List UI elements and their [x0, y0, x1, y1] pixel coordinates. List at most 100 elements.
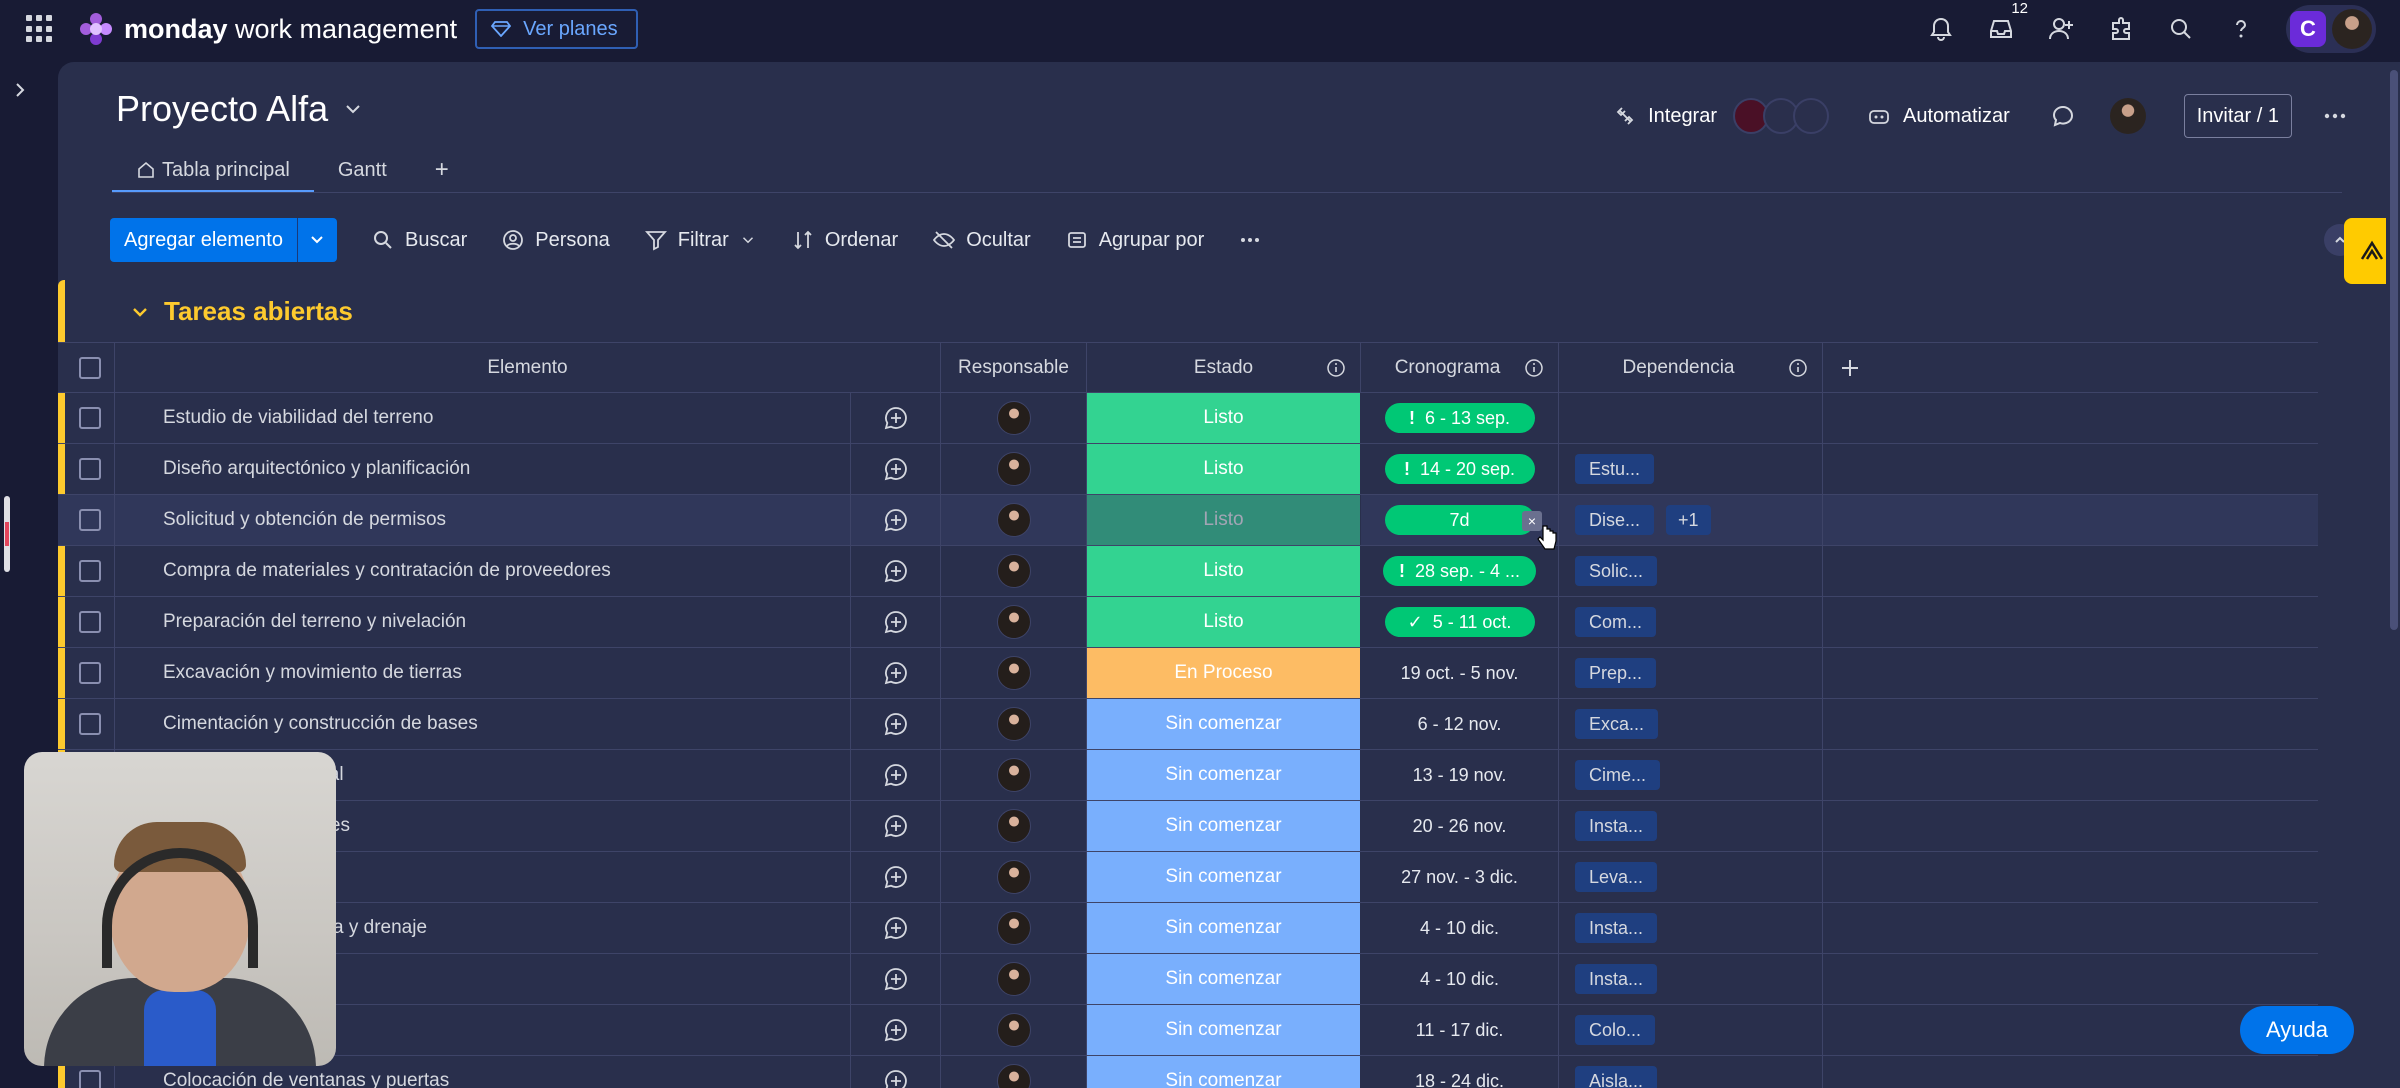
row-checkbox-cell[interactable]: [65, 495, 115, 545]
item-updates-cell[interactable]: [851, 546, 941, 596]
buscar-button[interactable]: Buscar: [371, 228, 467, 252]
item-updates-cell[interactable]: [851, 852, 941, 902]
cronograma-cell[interactable]: 4 - 10 dic.: [1361, 903, 1559, 953]
cronograma-cell[interactable]: 19 oct. - 5 nov.: [1361, 648, 1559, 698]
add-column-cell[interactable]: [1823, 343, 2318, 392]
estado-cell[interactable]: Listo: [1087, 597, 1361, 647]
cronograma-cell[interactable]: ! 14 - 20 sep.: [1361, 444, 1559, 494]
responsable-cell[interactable]: [941, 1056, 1087, 1088]
more-dependencies-chip[interactable]: +1: [1666, 505, 1711, 535]
apps-grid-icon[interactable]: [26, 15, 54, 43]
cronograma-cell[interactable]: 6 - 12 nov.: [1361, 699, 1559, 749]
chevron-down-icon[interactable]: [739, 231, 757, 249]
responsable-cell[interactable]: [941, 495, 1087, 545]
person-avatar[interactable]: [996, 656, 1031, 690]
estado-cell[interactable]: Listo: [1087, 393, 1361, 443]
dependencia-cell[interactable]: Insta...: [1559, 954, 1823, 1004]
row-checkbox-cell[interactable]: [65, 699, 115, 749]
responsable-cell[interactable]: [941, 597, 1087, 647]
dependency-chip[interactable]: Leva...: [1575, 862, 1658, 892]
person-avatar[interactable]: [996, 1064, 1031, 1088]
estado-cell[interactable]: Sin comenzar: [1087, 954, 1361, 1004]
invite-members-icon[interactable]: [2046, 14, 2076, 44]
estado-cell[interactable]: Sin comenzar: [1087, 699, 1361, 749]
add-update-icon[interactable]: [883, 864, 909, 890]
timeline-pill[interactable]: ✓ 5 - 11 oct.: [1384, 607, 1535, 637]
person-avatar[interactable]: [996, 809, 1031, 843]
info-icon[interactable]: [1326, 358, 1346, 378]
timeline-pill[interactable]: 13 - 19 nov.: [1385, 760, 1535, 790]
cronograma-cell[interactable]: 20 - 26 nov.: [1361, 801, 1559, 851]
monday-logo[interactable]: monday work management: [78, 11, 457, 47]
dependencia-cell[interactable]: Cime...: [1559, 750, 1823, 800]
filtrar-button[interactable]: Filtrar: [644, 228, 757, 252]
status-label[interactable]: Listo: [1087, 597, 1360, 647]
row-checkbox-cell[interactable]: [65, 597, 115, 647]
status-label[interactable]: Listo: [1087, 495, 1360, 545]
cronograma-cell[interactable]: 18 - 24 dic.: [1361, 1056, 1559, 1088]
item-updates-cell[interactable]: [851, 1056, 941, 1088]
item-name[interactable]: Preparación del terreno y nivelación: [163, 611, 466, 633]
estado-cell[interactable]: Sin comenzar: [1087, 801, 1361, 851]
estado-cell[interactable]: Listo: [1087, 495, 1361, 545]
item-name-cell[interactable]: Excavación y movimiento de tierras: [115, 648, 851, 698]
info-icon[interactable]: [1524, 358, 1544, 378]
timeline-pill[interactable]: 6 - 12 nov.: [1385, 709, 1535, 739]
item-name[interactable]: Colocación de ventanas y puertas: [163, 1070, 449, 1088]
dependencia-cell[interactable]: Aisla...: [1559, 1056, 1823, 1088]
cronograma-cell[interactable]: 11 - 17 dic.: [1361, 1005, 1559, 1055]
info-icon[interactable]: [1788, 358, 1808, 378]
status-label[interactable]: Sin comenzar: [1087, 1005, 1360, 1055]
item-name-cell[interactable]: Preparación del terreno y nivelación: [115, 597, 851, 647]
person-avatar[interactable]: [996, 860, 1031, 894]
timeline-pill[interactable]: 27 nov. - 3 dic.: [1385, 862, 1535, 892]
person-avatar[interactable]: [996, 911, 1031, 945]
table-row[interactable]: Excavación y movimiento de tierras En Pr…: [58, 648, 2318, 699]
timeline-pill[interactable]: ! 6 - 13 sep.: [1384, 403, 1535, 433]
notifications-bell-icon[interactable]: [1926, 14, 1956, 44]
cronograma-cell[interactable]: 13 - 19 nov.: [1361, 750, 1559, 800]
estado-cell[interactable]: Sin comenzar: [1087, 852, 1361, 902]
person-avatar[interactable]: [996, 503, 1031, 537]
estado-cell[interactable]: Listo: [1087, 444, 1361, 494]
status-label[interactable]: Sin comenzar: [1087, 1056, 1360, 1088]
responsable-cell[interactable]: [941, 801, 1087, 851]
invitar-button[interactable]: Invitar / 1: [2183, 94, 2292, 138]
table-row[interactable]: érmico y acústico Sin comenzar 11 - 17 d…: [58, 1005, 2318, 1056]
dependency-chip[interactable]: Solic...: [1575, 556, 1658, 586]
item-name[interactable]: Diseño arquitectónico y planificación: [163, 458, 470, 480]
ayuda-help-button[interactable]: Ayuda: [2240, 1006, 2354, 1054]
person-avatar[interactable]: [996, 758, 1031, 792]
table-row[interactable]: o de muros y tabiques Sin comenzar 20 - …: [58, 801, 2318, 852]
person-avatar[interactable]: [996, 962, 1031, 996]
responsable-cell[interactable]: [941, 750, 1087, 800]
row-checkbox[interactable]: [78, 662, 101, 684]
row-checkbox[interactable]: [78, 458, 101, 480]
automatizar-button[interactable]: Automatizar: [1867, 105, 2010, 128]
dependencia-cell[interactable]: Dise... +1: [1559, 495, 1823, 545]
row-checkbox[interactable]: [78, 560, 101, 582]
dependency-chip[interactable]: Exca...: [1575, 709, 1659, 739]
dependency-chip[interactable]: Colo...: [1575, 1015, 1656, 1045]
person-avatar[interactable]: [996, 452, 1031, 486]
dependency-chip[interactable]: Insta...: [1575, 913, 1658, 943]
table-row[interactable]: Preparación del terreno y nivelación Lis…: [58, 597, 2318, 648]
status-label[interactable]: Sin comenzar: [1087, 801, 1360, 851]
item-name[interactable]: Excavación y movimiento de tierras: [163, 662, 462, 684]
dependency-chip[interactable]: Prep...: [1575, 658, 1657, 688]
person-avatar[interactable]: [996, 1013, 1031, 1047]
group-header[interactable]: Tareas abiertas: [130, 296, 353, 327]
row-checkbox-cell[interactable]: [65, 546, 115, 596]
person-avatar[interactable]: [996, 554, 1031, 588]
row-checkbox-cell[interactable]: [65, 393, 115, 443]
item-updates-cell[interactable]: [851, 648, 941, 698]
dependencia-cell[interactable]: [1559, 393, 1823, 443]
row-checkbox[interactable]: [78, 509, 101, 531]
toolbar-more-icon[interactable]: [1238, 228, 1262, 252]
timeline-pill[interactable]: 4 - 10 dic.: [1385, 913, 1535, 943]
item-updates-cell[interactable]: [851, 495, 941, 545]
search-icon[interactable]: [2166, 14, 2196, 44]
page-scrollbar[interactable]: [2386, 62, 2400, 1088]
responsable-cell[interactable]: [941, 903, 1087, 953]
timeline-pill[interactable]: 11 - 17 dic.: [1385, 1015, 1535, 1045]
